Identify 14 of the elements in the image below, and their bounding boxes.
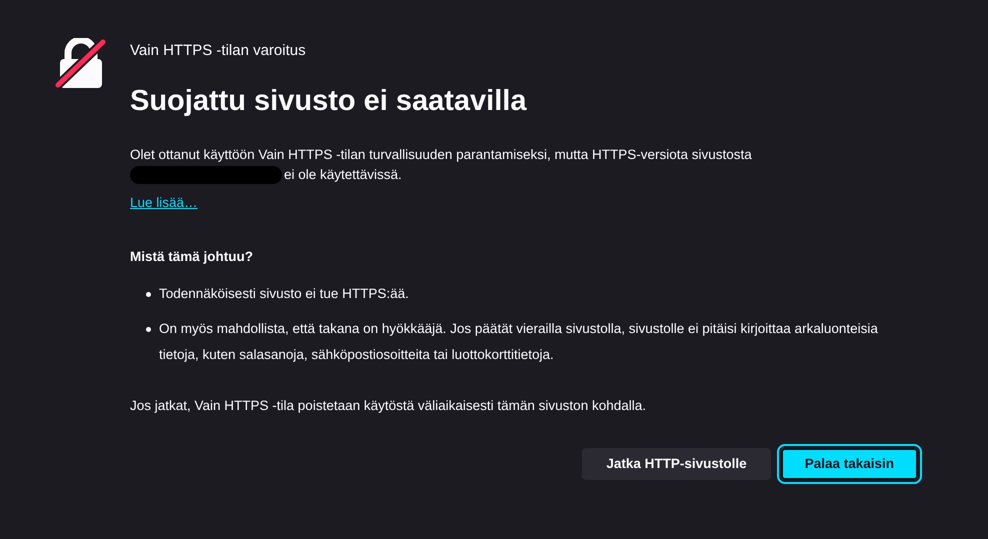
page-eyebrow: Vain HTTPS -tilan varoitus [130, 41, 307, 61]
bullet-icon [146, 292, 151, 297]
learn-more-link[interactable]: Lue lisää… [130, 192, 198, 213]
bullet-icon [146, 327, 151, 332]
reason-text: On myös mahdollista, että takana on hyökkääjä. Jos päätät vierailla sivustolla, sivustolle ei pitäisi kirjoittaa arkaluonteisia tietoja, kuten salasanoja, sähköpostiosoitteita tai luottokorttitietoja. [159, 320, 879, 364]
intro-text-end: ei ole käytettävissä. [284, 166, 402, 184]
action-button[interactable]: Jatka HTTP-sivustolle [582, 448, 771, 480]
intro-text: Olet ottanut käyttöön Vain HTTPS -tilan turvallisuuden parantamiseksi, mutta HTTPS-versiota sivustosta [130, 146, 752, 164]
page-title: Suojattu sivusto ei saatavilla [130, 84, 528, 118]
reasons-heading: Mistä tämä johtuu? [130, 248, 254, 266]
crossed-lock-icon [54, 38, 108, 90]
reason-text: Todennäköisesti sivusto ei tue HTTPS:ää. [159, 285, 410, 303]
action-button[interactable]: Palaa takaisin [780, 448, 918, 480]
footer-note: Jos jatkat, Vain HTTPS -tila poistetaan käytöstä väliaikaisesti tämän sivuston kohdalla. [130, 397, 647, 415]
